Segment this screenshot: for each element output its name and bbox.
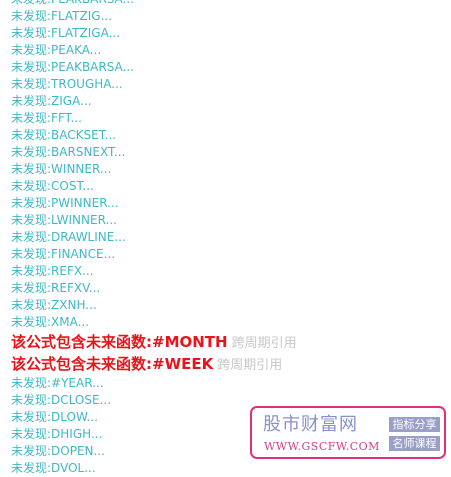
- not-found-result-row: 未发现:PEAKBARSA...: [11, 60, 135, 74]
- not-found-result-row: 未发现:ZXNH...: [11, 298, 97, 312]
- future-function-warning: 该公式包含未来函数:#MONTH 跨周期引用: [11, 331, 297, 353]
- not-found-result-row: 未发现:FFT...: [11, 111, 82, 125]
- not-found-result-row: 未发现:FLATZIG...: [11, 9, 113, 23]
- future-function-warning: 该公式包含未来函数:#WEEK 跨周期引用: [11, 353, 297, 375]
- not-found-result-row: 未发现:BACKSET...: [11, 128, 117, 142]
- cross-period-reference-tag: 跨周期引用: [231, 336, 297, 351]
- cross-period-reference-tag: 跨周期引用: [217, 358, 283, 373]
- not-found-result-row: 未发现:PEAKA...: [11, 43, 102, 57]
- watermark-url: WWW.GSCFW.COM: [264, 440, 380, 453]
- warning-message: 该公式包含未来函数:#WEEK: [11, 355, 214, 373]
- not-found-result-row: 未发现:FLATZIGA...: [11, 26, 121, 40]
- not-found-result-row: 未发现:ZIGA...: [11, 94, 92, 108]
- not-found-result-row: 未发现:FINANCE...: [11, 247, 116, 261]
- not-found-result-row: 未发现:PWINNER...: [11, 196, 119, 210]
- warning-message: 该公式包含未来函数:#MONTH: [11, 333, 228, 351]
- site-watermark[interactable]: 股市财富网 WWW.GSCFW.COM 指标分享 名师课程: [250, 406, 446, 459]
- not-found-result-row: 未发现:LWINNER...: [11, 213, 117, 227]
- indicator-share-tag[interactable]: 指标分享: [389, 417, 440, 432]
- not-found-result-row: 未发现:#YEAR...: [11, 376, 104, 390]
- not-found-result-row: 未发现:REFXV...: [11, 281, 101, 295]
- not-found-result-row: 未发现:COST...: [11, 179, 94, 193]
- not-found-result-row: 未发现:REFX...: [11, 264, 94, 278]
- not-found-result-row: 未发现:TROUGHA...: [11, 77, 123, 91]
- not-found-result-row: 未发现:PEAKBARSA...: [11, 0, 297, 8]
- watermark-brand: 股市财富网: [263, 414, 358, 435]
- not-found-result-row: 未发现:DRAWLINE...: [11, 230, 126, 244]
- not-found-result-row: 未发现:XMA...: [11, 315, 90, 329]
- teacher-course-tag[interactable]: 名师课程: [389, 436, 440, 451]
- not-found-result-row: 未发现:WINNER...: [11, 162, 112, 176]
- not-found-result-row: 未发现:BARSNEXT...: [11, 145, 126, 159]
